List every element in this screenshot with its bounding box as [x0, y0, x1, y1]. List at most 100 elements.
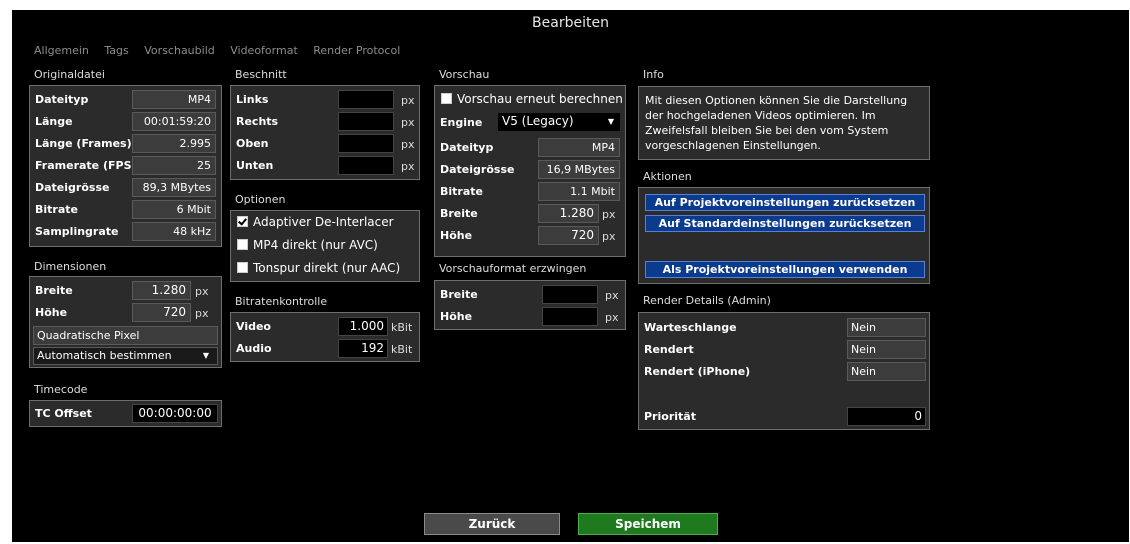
crop-row: Unten px [231, 156, 419, 177]
force-height-label: Höhe [440, 310, 473, 323]
save-button[interactable]: Speichem [578, 513, 718, 535]
force-width-row: Breite px [435, 285, 625, 306]
bitrate-panel: Video 1.000 kBit Audio 192 kBit [230, 312, 420, 362]
render-iphone-label: Rendert (iPhone) [644, 365, 751, 378]
timecode-panel: TC Offset 00:00:00:00 [29, 400, 222, 427]
original-row: Dateityp MP4 [30, 90, 221, 111]
engine-label: Engine [440, 116, 483, 129]
original-label: Dateigrösse [35, 181, 110, 194]
section-heading-info: Info [643, 68, 664, 81]
preview-value: MP4 [538, 138, 620, 157]
render-priority-label: Priorität [644, 410, 696, 423]
use-as-project-defaults-button[interactable]: Als Projektvoreinstellungen verwenden [645, 261, 925, 278]
bitrate-audio-unit: kBit [391, 343, 413, 356]
bitrate-audio-label: Audio [236, 342, 272, 355]
bitrate-audio-input[interactable]: 192 [338, 339, 388, 358]
crop-label: Links [236, 93, 269, 106]
tab-render-protocol[interactable]: Render Protocol [313, 44, 400, 57]
tab-tags[interactable]: Tags [104, 44, 128, 57]
section-heading-render-details: Render Details (Admin) [643, 294, 771, 307]
options-panel: Adaptiver De-Interlacer MP4 direkt (nur … [230, 210, 420, 282]
chevron-down-icon: ▼ [202, 351, 209, 360]
tc-offset-label: TC Offset [35, 407, 92, 420]
recalc-preview-option[interactable]: Vorschau erneut berechnen [441, 92, 623, 106]
preview-label: Dateigrösse [440, 163, 515, 176]
original-row: Framerate (FPS) 25 [30, 156, 221, 177]
original-label: Samplingrate [35, 225, 119, 238]
tab-videoformat[interactable]: Videoformat [230, 44, 298, 57]
crop-unit: px [401, 116, 415, 129]
bitrate-video-row: Video 1.000 kBit [231, 317, 419, 338]
option-audio-direct[interactable]: Tonspur direkt (nur AAC) [237, 261, 400, 275]
force-height-unit: px [605, 311, 619, 324]
option-label: MP4 direkt (nur AVC) [253, 238, 378, 252]
bitrate-audio-row: Audio 192 kBit [231, 339, 419, 360]
engine-select[interactable]: V5 (Legacy) ▼ [498, 113, 620, 131]
crop-input[interactable] [338, 112, 394, 131]
original-value: 2.995 [132, 134, 216, 153]
preview-label: Bitrate [440, 185, 483, 198]
crop-input[interactable] [338, 90, 394, 109]
preview-row: Breite 1.280 px [435, 204, 625, 225]
crop-label: Unten [236, 159, 274, 172]
dimension-width-label: Breite [35, 284, 73, 297]
section-heading-bitratenkontrolle: Bitratenkontrolle [235, 295, 328, 308]
original-value: MP4 [132, 90, 216, 109]
tab-bar: Allgemein Tags Vorschaubild Videoformat … [34, 44, 412, 57]
dimension-width-value: 1.280 [132, 281, 191, 300]
section-heading-optionen: Optionen [235, 193, 286, 206]
dimension-width-row: Breite 1.280 px [30, 281, 221, 302]
render-iphone-value: Nein [847, 362, 926, 381]
engine-row: Engine V5 (Legacy) ▼ [435, 113, 625, 134]
preview-label: Dateityp [440, 141, 494, 154]
tab-allgemein[interactable]: Allgemein [34, 44, 89, 57]
back-button[interactable]: Zurück [424, 513, 560, 535]
crop-input[interactable] [338, 134, 394, 153]
original-label: Länge [35, 115, 73, 128]
option-deinterlacer[interactable]: Adaptiver De-Interlacer [237, 215, 394, 229]
recalc-preview-label: Vorschau erneut berechnen [457, 92, 623, 106]
section-heading-beschnitt: Beschnitt [235, 68, 287, 81]
checkbox-icon[interactable] [237, 262, 248, 273]
tab-vorschaubild[interactable]: Vorschaubild [144, 44, 214, 57]
dimension-width-unit: px [195, 285, 209, 298]
preview-row: Dateigrösse 16,9 MBytes [435, 160, 625, 181]
crop-input[interactable] [338, 156, 394, 175]
bitrate-video-input[interactable]: 1.000 [338, 317, 388, 336]
original-label: Dateityp [35, 93, 89, 106]
preview-row: Dateityp MP4 [435, 138, 625, 159]
force-width-input[interactable] [542, 285, 598, 304]
crop-label: Rechts [236, 115, 279, 128]
section-heading-aktionen: Aktionen [643, 170, 692, 183]
original-label: Länge (Frames) [35, 137, 132, 150]
option-label: Adaptiver De-Interlacer [253, 215, 394, 229]
dimension-height-unit: px [195, 307, 209, 320]
checkbox-icon[interactable] [441, 93, 452, 104]
original-value: 48 kHz [132, 222, 216, 241]
preview-unit: px [602, 208, 616, 221]
preview-value: 720 [538, 226, 599, 245]
original-value: 6 Mbit [132, 200, 216, 219]
reset-project-defaults-button[interactable]: Auf Projektvoreinstellungen zurücksetzen [645, 194, 925, 211]
original-value: 89,3 MBytes [132, 178, 216, 197]
force-width-label: Breite [440, 288, 478, 301]
crop-panel: Links px Rechts px Oben px Unten px [230, 85, 420, 180]
render-status-row: Rendert Nein [639, 340, 929, 361]
checkbox-checked-icon[interactable] [237, 216, 248, 227]
force-height-input[interactable] [542, 307, 598, 326]
preview-panel: Vorschau erneut berechnen Engine V5 (Leg… [434, 85, 626, 257]
dimension-height-value: 720 [132, 303, 191, 322]
checkbox-icon[interactable] [237, 239, 248, 250]
square-pixel-label: Quadratische Pixel [33, 326, 218, 345]
pixel-mode-select[interactable]: Automatisch bestimmen ▼ [33, 347, 218, 365]
tc-offset-input[interactable]: 00:00:00:00 [132, 404, 218, 423]
info-text: Mit diesen Optionen können Sie die Darst… [645, 94, 908, 152]
option-label: Tonspur direkt (nur AAC) [253, 261, 401, 275]
preview-value: 1.280 [538, 204, 599, 223]
reset-standard-defaults-button[interactable]: Auf Standardeinstellungen zurücksetzen [645, 215, 925, 232]
render-priority-input[interactable]: 0 [847, 407, 926, 426]
option-mp4-direct[interactable]: MP4 direkt (nur AVC) [237, 238, 378, 252]
chevron-down-icon: ▼ [607, 117, 614, 126]
dimensions-panel: Breite 1.280 px Höhe 720 px Quadratische… [29, 276, 222, 368]
crop-label: Oben [236, 137, 269, 150]
